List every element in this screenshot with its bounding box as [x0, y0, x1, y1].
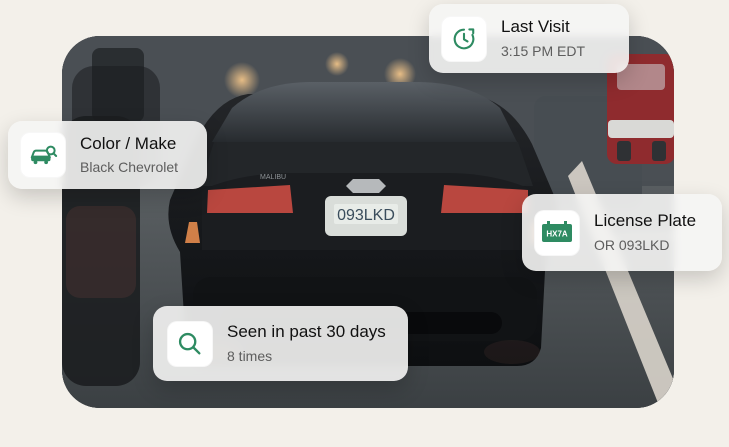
license-plate-value: OR 093LKD [594, 236, 670, 253]
visual-stage: 093LKD MALIBU Last Visit 3:15 PM EDT Col… [0, 0, 729, 447]
license-plate-card: HX7A License Plate OR 093LKD [522, 194, 722, 271]
license-plate-icon: HX7A [542, 220, 572, 242]
clock-refresh-icon [453, 27, 475, 49]
seen-recently-card: Seen in past 30 days 8 times [153, 306, 408, 381]
color-make-text: Color / Make Black Chevrolet [80, 134, 178, 176]
seen-recently-value: 8 times [227, 347, 273, 364]
seen-recently-icon-container [167, 320, 213, 367]
color-make-title: Color / Make [80, 133, 177, 153]
color-make-icon-container [20, 132, 66, 178]
last-visit-title: Last Visit [501, 17, 570, 37]
color-make-card: Color / Make Black Chevrolet [8, 121, 207, 189]
license-plate-title: License Plate [594, 211, 697, 231]
seen-recently-title: Seen in past 30 days [227, 322, 386, 342]
last-visit-value: 3:15 PM EDT [501, 42, 586, 59]
search-icon [178, 332, 201, 354]
license-plate-icon-container: HX7A [534, 209, 580, 256]
model-badge-text: MALIBU [260, 174, 286, 181]
license-plate-icon-text: HX7A [546, 229, 568, 238]
seen-recently-text: Seen in past 30 days 8 times [227, 322, 386, 364]
last-visit-icon-container [441, 15, 487, 62]
license-plate-text: 093LKD [337, 207, 395, 224]
license-plate-text-block: License Plate OR 093LKD [594, 211, 696, 253]
car-search-icon [30, 145, 58, 165]
color-make-value: Black Chevrolet [80, 159, 179, 176]
last-visit-card: Last Visit 3:15 PM EDT [429, 4, 629, 73]
last-visit-text: Last Visit 3:15 PM EDT [501, 17, 585, 59]
